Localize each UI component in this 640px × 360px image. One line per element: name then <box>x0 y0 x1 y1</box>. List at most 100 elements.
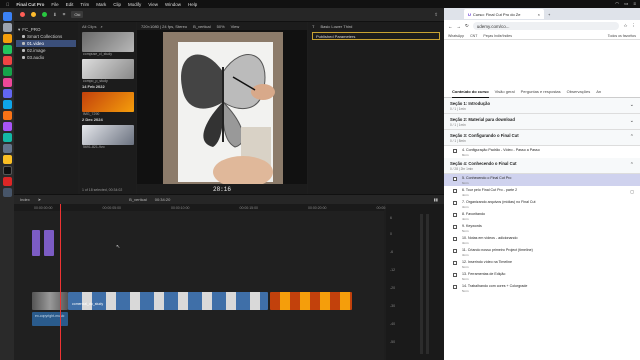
safari-icon[interactable] <box>2 34 12 43</box>
menu-item-window[interactable]: Window <box>165 2 181 7</box>
timeline[interactable]: 00:00:00:00 00:00:05:00 00:00:10:00 00:0… <box>14 204 395 360</box>
apple-icon[interactable]:  <box>6 2 9 7</box>
section-header[interactable]: Seção 4: Conhecendo o Final Cut 0 / 28 | … <box>444 158 640 174</box>
facetime-icon[interactable] <box>2 133 12 142</box>
photos-icon[interactable] <box>2 111 12 120</box>
lecture-item[interactable]: 8. Favoritando 4min <box>444 210 640 222</box>
new-tab-icon[interactable]: + <box>548 12 550 17</box>
battery-icon[interactable]: ▭ <box>624 1 628 7</box>
finder-icon[interactable] <box>2 12 12 21</box>
view-dropdown[interactable]: View <box>231 24 240 29</box>
lecture-checkbox[interactable] <box>453 201 457 205</box>
fcp-icon[interactable] <box>2 166 12 175</box>
menu-item-help[interactable]: Help <box>188 2 197 7</box>
tab-overview[interactable]: Visão geral <box>495 89 515 94</box>
disclosure-icon[interactable]: ▾ <box>18 27 20 33</box>
video-clip[interactable] <box>270 292 352 310</box>
timeline-ruler[interactable]: 00:00:00:00 00:00:05:00 00:00:10:00 00:0… <box>14 204 395 211</box>
lecture-checkbox[interactable] <box>453 273 457 277</box>
back-icon[interactable]: ← <box>448 24 453 29</box>
date-group-header[interactable]: 2 Dec 2024 <box>80 117 136 123</box>
launchpad-icon[interactable] <box>2 23 12 32</box>
lecture-item[interactable]: 10. Notas em vídeos - adicionando 3min <box>444 234 640 246</box>
lecture-item[interactable]: 14. Trabalhando com cores + Colorgrade 5m… <box>444 282 640 294</box>
section-header[interactable]: Seção 2: Material para download 0 / 1 | 1… <box>444 114 640 130</box>
lecture-item[interactable]: 6. Tour pelo Final Cut Pro - parte 2 4min… <box>444 186 640 198</box>
section-header[interactable]: Seção 1: Introdução 0 / 1 | 1min ⌄ <box>444 98 640 114</box>
lecture-checkbox[interactable] <box>453 237 457 241</box>
video-clip[interactable] <box>32 292 68 310</box>
menu-item-mark[interactable]: Mark <box>96 2 106 7</box>
menu-icon[interactable]: ⋮ <box>632 23 637 29</box>
appstore-icon[interactable] <box>2 100 12 109</box>
bookmark-item[interactable]: WhatsApp <box>448 34 464 38</box>
app-menu[interactable]: Final Cut Pro <box>16 2 44 7</box>
reload-icon[interactable]: ↻ <box>465 23 469 29</box>
podcasts-icon[interactable] <box>2 122 12 131</box>
forward-icon[interactable]: → <box>457 24 462 29</box>
mail-icon[interactable] <box>2 56 12 65</box>
filter-dropdown[interactable]: All Clips <box>82 24 96 29</box>
video-player-area[interactable] <box>444 40 640 86</box>
tab-course-content[interactable]: Conteúdo do curso <box>452 86 489 98</box>
index-button[interactable]: Index <box>20 197 30 202</box>
arrow-tool-icon[interactable]: ➤ <box>38 197 41 202</box>
menu-item-modify[interactable]: Modify <box>128 2 141 7</box>
lecture-item[interactable]: 11. Criando nosso primeiro Project (time… <box>444 246 640 258</box>
control-center-icon[interactable]: ≡ <box>633 1 636 7</box>
title-clip[interactable] <box>32 230 40 256</box>
audio-clip[interactable]: ex-copyright-music <box>32 312 68 326</box>
bookmark-item[interactable]: CNT <box>470 34 477 38</box>
tab-udemy-course[interactable]: U Curso: Final Cut Pro do Ze × <box>464 9 544 19</box>
lecture-item[interactable]: 13. Ferramentas de Edição 6min <box>444 270 640 282</box>
music-icon[interactable] <box>2 78 12 87</box>
published-parameters-field[interactable]: Published Parameters <box>312 32 440 40</box>
bookmark-item[interactable]: Peças Indie/Indies <box>483 34 512 38</box>
lecture-checkbox[interactable] <box>453 225 457 229</box>
sidebar-item-image[interactable]: 02.image <box>16 47 76 54</box>
menu-item-trim[interactable]: Trim <box>80 2 89 7</box>
video-clip[interactable]: comercial_do_study <box>68 292 268 310</box>
clip-thumbnail[interactable] <box>82 125 134 145</box>
clip-thumbnail[interactable] <box>82 92 134 112</box>
lecture-item[interactable]: 7. Organizando arquivos (mídias) no Fina… <box>444 198 640 210</box>
menu-item-view[interactable]: View <box>148 2 158 7</box>
keyword-icon[interactable]: ⌗ <box>63 12 66 17</box>
bookmark-item[interactable]: Todos os favoritos <box>608 34 636 38</box>
project-name[interactable]: B_vertical <box>129 197 147 202</box>
lecture-checkbox[interactable] <box>453 189 457 193</box>
tab-qa[interactable]: Perguntas e respostas <box>521 89 561 94</box>
lecture-item[interactable]: 9. Keywords 5min <box>444 222 640 234</box>
tab-announcements[interactable]: An <box>596 89 601 94</box>
whatsapp-icon[interactable] <box>2 67 12 76</box>
share-icon[interactable]: ⇪ <box>434 12 438 18</box>
sidebar-item-smart-collections[interactable]: Smart Collections <box>16 33 76 40</box>
close-window-button[interactable] <box>20 12 25 17</box>
settings-icon[interactable] <box>2 144 12 153</box>
resources-icon[interactable]: ▢ <box>630 189 634 194</box>
lecture-item-current[interactable]: 5. Conhecendo o Final Cut Pro 6min <box>444 174 640 186</box>
star-icon[interactable]: ☆ <box>623 23 627 29</box>
audio-meter-icon[interactable]: ▮▮ <box>434 197 438 202</box>
tab-notes[interactable]: Observações <box>567 89 591 94</box>
playhead[interactable] <box>60 204 61 360</box>
menu-item-edit[interactable]: Edit <box>66 2 74 7</box>
title-clip[interactable] <box>44 230 54 256</box>
section-header[interactable]: Seção 3: Configurando o Final Cut 0 / 1 |… <box>444 130 640 146</box>
library-item[interactable]: ▾ FC_PRO <box>16 26 76 33</box>
notes-icon[interactable] <box>2 155 12 164</box>
lecture-checkbox[interactable] <box>453 261 457 265</box>
calendar-icon[interactable] <box>2 177 12 186</box>
lecture-checkbox[interactable] <box>453 213 457 217</box>
clip-thumbnail[interactable] <box>82 32 134 52</box>
lecture-item[interactable]: 4. Configuração Padrão - Vídeo - Passo a… <box>444 146 640 158</box>
minimize-window-button[interactable] <box>31 12 36 17</box>
menu-item-file[interactable]: File <box>51 2 58 7</box>
trash-icon[interactable] <box>2 188 12 197</box>
messages-icon[interactable] <box>2 45 12 54</box>
wifi-icon[interactable]: ◠ <box>615 1 619 7</box>
background-tasks-button[interactable]: Oki <box>71 11 84 18</box>
lecture-checkbox[interactable] <box>453 177 457 181</box>
sidebar-item-video[interactable]: 01.video <box>16 40 76 47</box>
sidebar-item-audio[interactable]: 03.audio <box>16 54 76 61</box>
